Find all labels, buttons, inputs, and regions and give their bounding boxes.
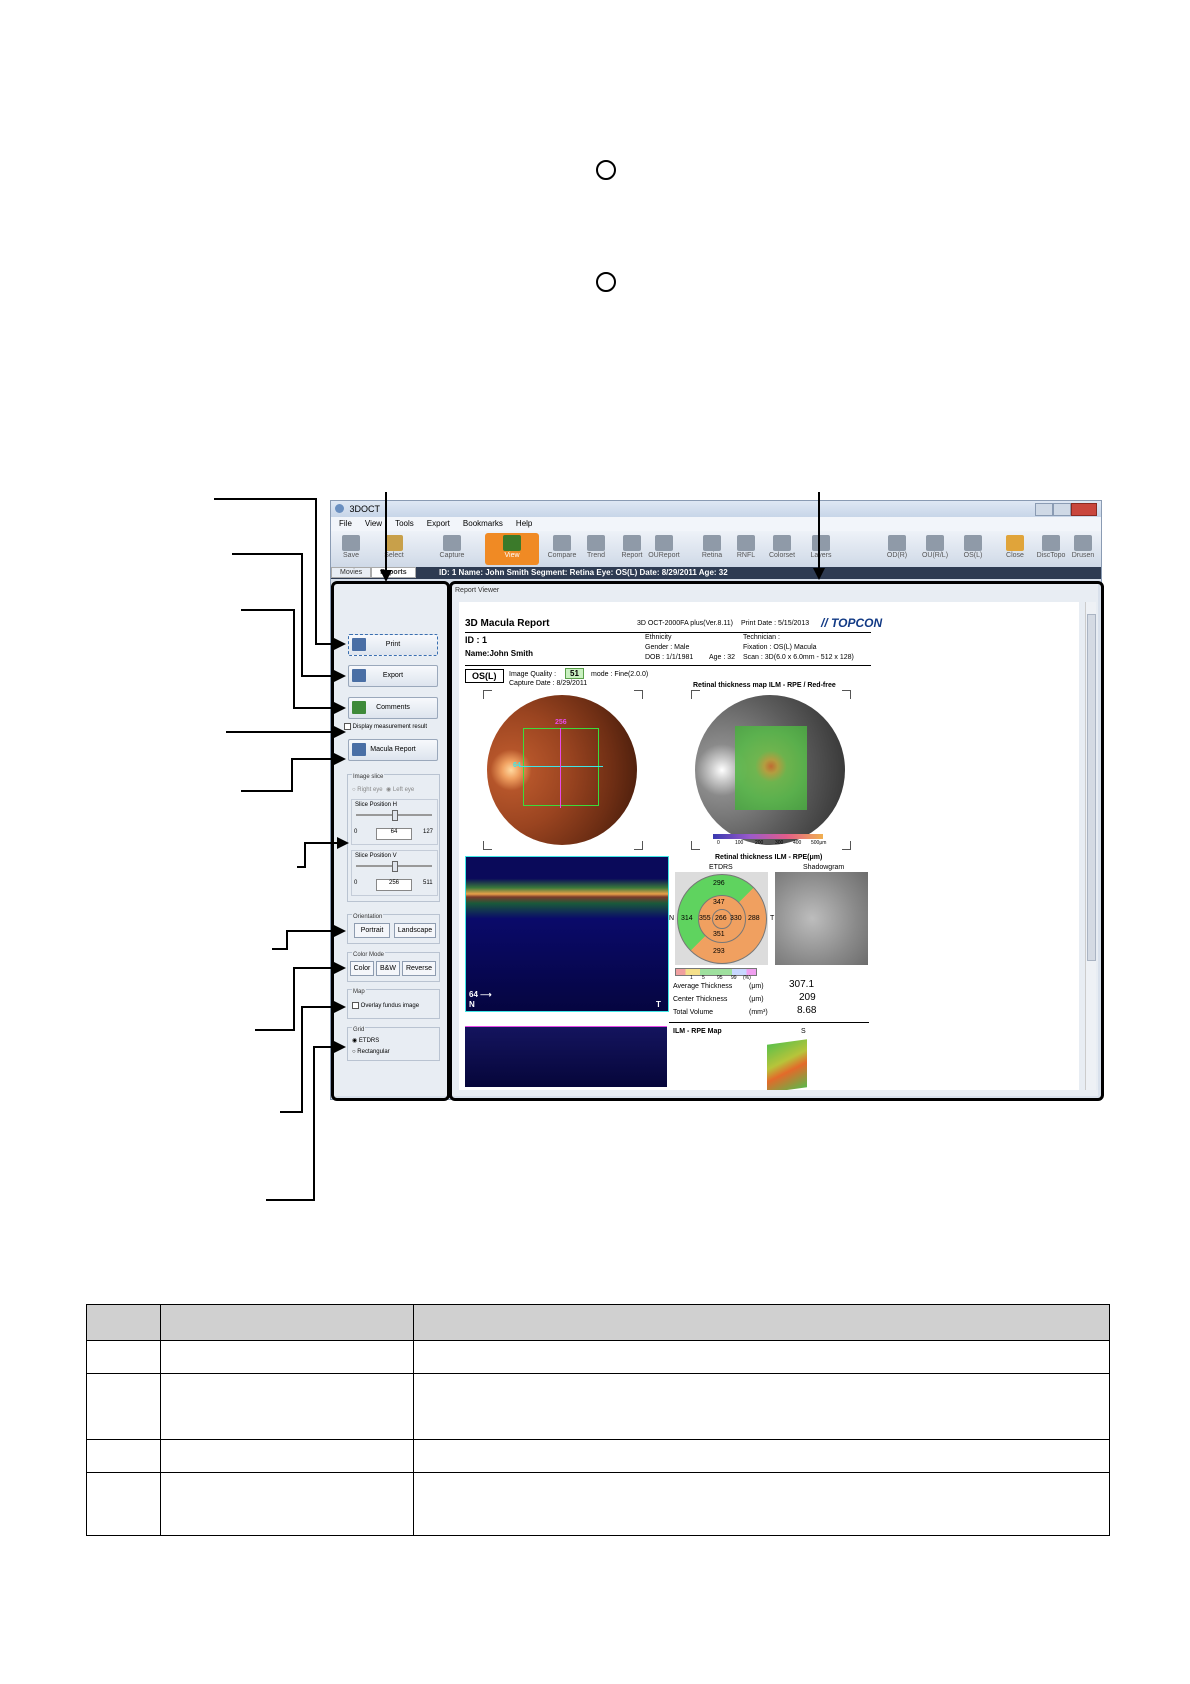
toolbar-label: OS(L): [963, 552, 983, 559]
save-icon: [342, 535, 360, 551]
table-cell: [86, 1439, 161, 1473]
viewer-callout-frame: [449, 581, 1104, 1101]
trend-icon: [587, 535, 605, 551]
toolbar-save[interactable]: Save: [331, 533, 371, 565]
toolbar-label: Layers: [810, 552, 832, 559]
table-cell: [86, 1472, 161, 1536]
toolbar-label: Close: [1006, 552, 1024, 559]
layers-icon: [812, 535, 830, 551]
toolbar-drusen[interactable]: Drusen: [1063, 533, 1101, 565]
toolbar-close[interactable]: Close: [995, 533, 1035, 565]
table-row: [86, 1373, 1110, 1440]
toolbar-view[interactable]: View: [485, 533, 539, 565]
table-row: [86, 1439, 1110, 1473]
close-icon: [1006, 535, 1024, 551]
toolbar-label: Drusen: [1071, 552, 1095, 559]
menu-export[interactable]: Export: [427, 519, 450, 528]
toolbar-label: OD(R): [886, 552, 908, 559]
table-header-cell: [160, 1304, 414, 1341]
toolbar-trend[interactable]: Trend: [576, 533, 616, 565]
toolbar: Save Select Capture View Compare Trend R…: [331, 531, 1101, 568]
toolbar-label: OUReport: [648, 552, 680, 559]
os-icon: [964, 535, 982, 551]
toolbar-label: Colorset: [768, 552, 796, 559]
oureport-icon: [655, 535, 673, 551]
compare-icon: [553, 535, 571, 551]
toolbar-capture[interactable]: Capture: [432, 533, 472, 565]
callout-circle-1: [596, 160, 616, 180]
toolbar-label: Select: [384, 552, 404, 559]
patient-info: ID: 1 Name: John Smith Segment: Retina E…: [439, 568, 728, 577]
disctopo-icon: [1042, 535, 1060, 551]
select-icon: [385, 535, 403, 551]
toolbar-colorset[interactable]: Colorset: [762, 533, 802, 565]
toolbar-label: View: [504, 552, 520, 559]
view-icon: [503, 535, 521, 551]
maximize-button[interactable]: [1053, 503, 1071, 516]
tab-movies[interactable]: Movies: [331, 567, 372, 578]
ou-icon: [926, 535, 944, 551]
table-cell: [160, 1472, 414, 1536]
toolbar-ou[interactable]: OU(R/L): [915, 533, 955, 565]
menu-file[interactable]: File: [339, 519, 352, 528]
report-icon: [623, 535, 641, 551]
toolbar-os[interactable]: OS(L): [953, 533, 993, 565]
toolbar-label: Compare: [547, 552, 577, 559]
minimize-button[interactable]: [1035, 503, 1053, 516]
toolbar-label: Retina: [701, 552, 723, 559]
toolbar-label: Trend: [586, 552, 606, 559]
table-cell: [160, 1373, 414, 1440]
toolbar-rnfl[interactable]: RNFL: [726, 533, 766, 565]
colorset-icon: [773, 535, 791, 551]
table-cell: [413, 1439, 1110, 1473]
menu-bookmarks[interactable]: Bookmarks: [463, 519, 503, 528]
menu-help[interactable]: Help: [516, 519, 532, 528]
title-bar: 3DOCT: [331, 501, 1101, 517]
menu-view[interactable]: View: [365, 519, 382, 528]
close-window-button[interactable]: [1071, 503, 1097, 516]
table-cell: [413, 1373, 1110, 1440]
retina-icon: [703, 535, 721, 551]
toolbar-od[interactable]: OD(R): [877, 533, 917, 565]
table-header-cell: [413, 1304, 1110, 1341]
toolbar-label: DiscTopo: [1036, 552, 1066, 559]
table-row: [86, 1340, 1110, 1374]
capture-icon: [443, 535, 461, 551]
window-title: 3DOCT: [349, 504, 381, 514]
od-icon: [888, 535, 906, 551]
table-cell: [413, 1340, 1110, 1374]
toolbar-label: Save: [343, 552, 359, 559]
toolbar-label: Report: [621, 552, 643, 559]
toolbar-layers[interactable]: Layers: [801, 533, 841, 565]
table-cell: [86, 1373, 161, 1440]
table-header-cell: [86, 1304, 161, 1341]
toolbar-label: RNFL: [736, 552, 756, 559]
tab-reports[interactable]: Reports: [371, 567, 416, 578]
toolbar-label: OU(R/L): [921, 552, 949, 559]
drusen-icon: [1074, 535, 1092, 551]
table-cell: [160, 1340, 414, 1374]
callout-circle-2: [596, 272, 616, 292]
table-cell: [413, 1472, 1110, 1536]
toolbar-oureport[interactable]: OUReport: [644, 533, 684, 565]
table-cell: [160, 1439, 414, 1473]
table-row: [86, 1472, 1110, 1536]
callout-table: [86, 1304, 1110, 1536]
table-header-row: [86, 1304, 1110, 1341]
rnfl-icon: [737, 535, 755, 551]
toolbar-label: Capture: [439, 552, 465, 559]
menu-bar: File View Tools Export Bookmarks Help: [331, 517, 1101, 531]
patient-info-bar: ID: 1 Name: John Smith Segment: Retina E…: [331, 567, 1101, 579]
app-icon: [335, 504, 344, 513]
menu-tools[interactable]: Tools: [395, 519, 414, 528]
toolbar-select[interactable]: Select: [374, 533, 414, 565]
table-cell: [86, 1340, 161, 1374]
